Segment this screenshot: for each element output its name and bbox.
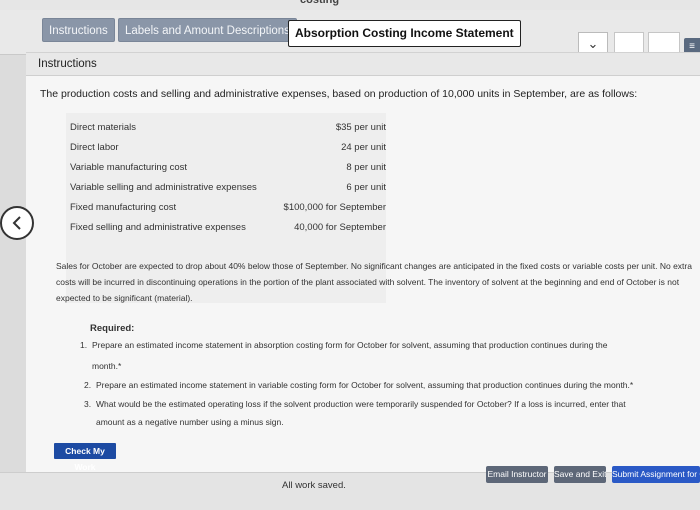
required-title: Required: <box>90 323 135 334</box>
cost-row: Direct labor 24 per unit <box>66 139 386 159</box>
required-item-text: Prepare an estimated income statement in… <box>92 340 608 350</box>
required-item-number: 2. <box>84 380 92 390</box>
previous-button[interactable] <box>0 206 34 240</box>
top-cut-text: costing <box>300 0 340 6</box>
cost-row: Direct materials $35 per unit <box>66 119 386 139</box>
cost-value: 24 per unit <box>341 142 386 153</box>
tab-absorption-costing-income-statement[interactable]: Absorption Costing Income Statement <box>288 20 521 47</box>
save-and-exit-button[interactable]: Save and Exit <box>554 466 606 483</box>
required-item-number: 1. <box>80 340 88 350</box>
instructions-intro: The production costs and selling and adm… <box>40 88 638 100</box>
email-instructor-button[interactable]: Email Instructor <box>486 466 548 483</box>
cost-row: Fixed selling and administrative expense… <box>66 219 386 239</box>
required-item-text: What would be the estimated operating lo… <box>96 399 626 409</box>
cost-row: Variable selling and administrative expe… <box>66 179 386 199</box>
chevron-left-icon <box>12 216 21 230</box>
cost-label: Fixed selling and administrative expense… <box>70 222 246 233</box>
instructions-paragraph: Sales for October are expected to drop a… <box>56 261 692 303</box>
cost-label: Direct materials <box>70 122 136 133</box>
required-item-number: 3. <box>84 399 92 409</box>
tab-instructions[interactable]: Instructions <box>42 18 115 42</box>
chevron-down-icon: ⌄ <box>587 36 599 51</box>
cost-value: $35 per unit <box>335 122 386 133</box>
cost-value: 6 per unit <box>346 182 386 193</box>
tab-labels-and-amount-descriptions[interactable]: Labels and Amount Descriptions <box>118 18 297 42</box>
cost-value: 40,000 for September <box>294 222 386 233</box>
submit-assignment-button[interactable]: Submit Assignment for Grading <box>612 466 700 483</box>
cost-label: Fixed manufacturing cost <box>70 202 177 213</box>
save-status: All work saved. <box>282 480 346 491</box>
instructions-header: Instructions <box>26 53 700 76</box>
instructions-title: Instructions <box>38 58 97 70</box>
cost-row: Variable manufacturing cost 8 per unit <box>66 159 386 179</box>
top-strip: costing <box>0 0 700 10</box>
cost-value: 8 per unit <box>346 162 386 173</box>
required-item-continued: month.* <box>92 361 122 371</box>
cost-row: Fixed manufacturing cost $100,000 for Se… <box>66 199 386 219</box>
cost-label: Variable selling and administrative expe… <box>70 182 257 193</box>
cost-label: Direct labor <box>70 142 119 153</box>
cost-value: $100,000 for September <box>283 202 386 213</box>
tab-bar: Instructions Labels and Amount Descripti… <box>0 10 700 56</box>
required-item-continued: amount as a negative number using a minu… <box>96 417 284 427</box>
check-my-work-button[interactable]: Check My Work <box>54 443 116 472</box>
cost-label: Variable manufacturing cost <box>70 162 188 173</box>
required-item-text: Prepare an estimated income statement in… <box>96 380 634 390</box>
